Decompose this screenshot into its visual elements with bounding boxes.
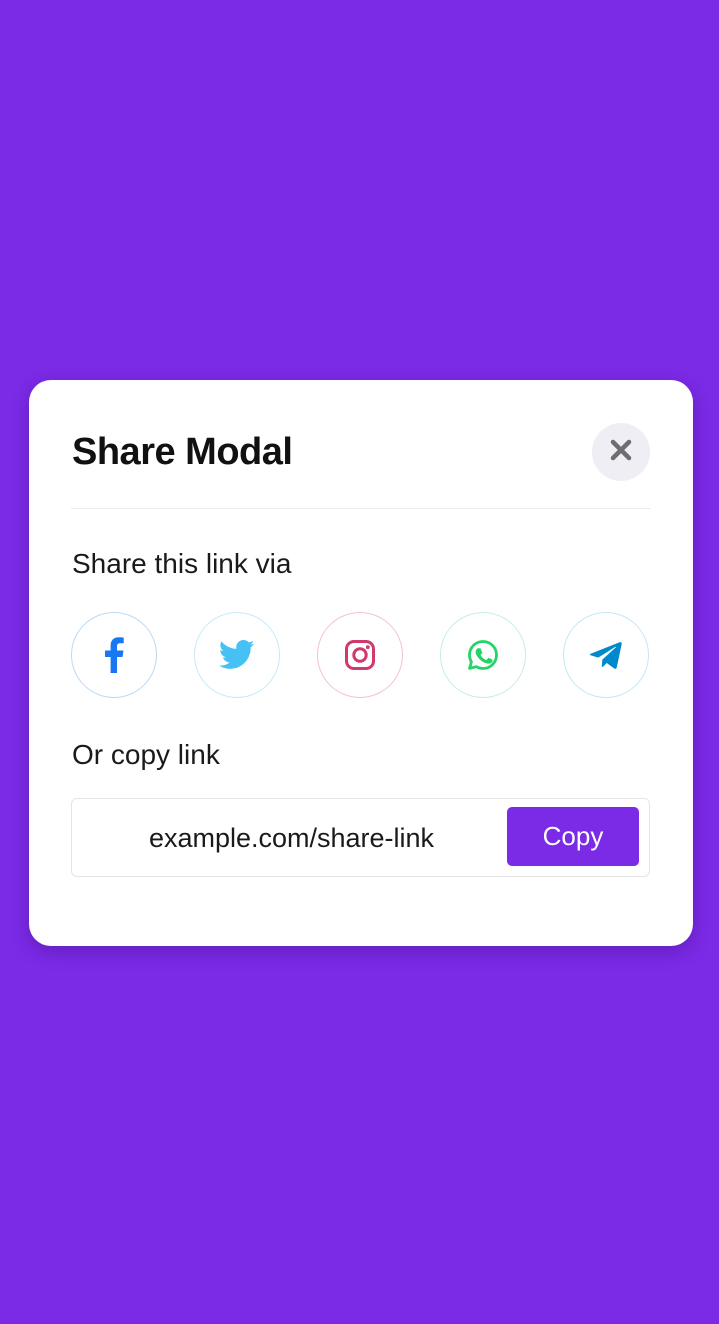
twitter-share-button[interactable]	[194, 612, 280, 698]
whatsapp-icon	[467, 639, 499, 671]
share-via-label: Share this link via	[72, 548, 292, 579]
share-link-input[interactable]	[72, 799, 511, 878]
copy-link-label: Or copy link	[72, 739, 220, 770]
share-modal: Share Modal Share this link via Or copy …	[29, 380, 693, 946]
twitter-icon	[219, 640, 255, 670]
modal-title: Share Modal	[72, 431, 293, 473]
telegram-share-button[interactable]	[563, 612, 649, 698]
header-divider	[71, 508, 651, 509]
instagram-icon	[344, 639, 376, 671]
copy-button[interactable]: Copy	[507, 807, 639, 866]
close-icon	[610, 439, 632, 466]
telegram-icon	[589, 640, 623, 670]
social-share-row	[71, 612, 651, 700]
facebook-share-button[interactable]	[71, 612, 157, 698]
whatsapp-share-button[interactable]	[440, 612, 526, 698]
instagram-share-button[interactable]	[317, 612, 403, 698]
close-button[interactable]	[592, 423, 650, 481]
link-field-container: Copy	[71, 798, 650, 878]
facebook-icon	[104, 637, 124, 673]
